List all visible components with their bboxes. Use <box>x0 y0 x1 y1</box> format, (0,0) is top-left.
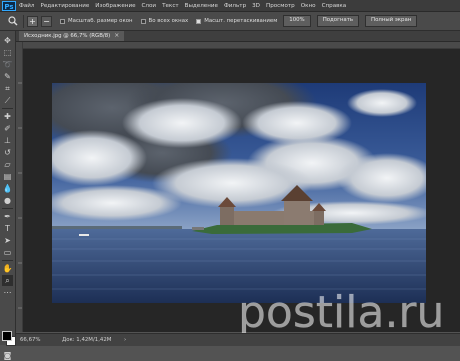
menu-window[interactable]: Окно <box>301 3 316 9</box>
type-tool-icon[interactable]: T <box>2 223 13 234</box>
foreground-color-swatch[interactable] <box>2 331 12 341</box>
menu-image[interactable]: Изображение <box>95 3 135 9</box>
marquee-tool-icon[interactable]: ⬚ <box>2 47 13 58</box>
menu-help[interactable]: Справка <box>322 3 347 9</box>
shape-tool-icon[interactable]: ▭ <box>2 247 13 258</box>
tools-panel: ✥ ⬚ ➰ ✎ ⌗ ⟋ ✚ ✐ ⊥ ↺ ▱ ▤ 💧 ● ✒ T ➤ ▭ ✋ ⌕ … <box>0 31 16 360</box>
clone-stamp-tool-icon[interactable]: ⊥ <box>2 135 13 146</box>
quick-mask-icon[interactable]: ◙ <box>2 350 13 361</box>
zoom-out-button[interactable]: − <box>41 15 52 27</box>
photoshop-logo[interactable]: Ps <box>2 0 16 11</box>
scrubby-zoom-label: Масшт. перетаскиванием <box>204 18 278 24</box>
eraser-tool-icon[interactable]: ▱ <box>2 159 13 170</box>
eyedropper-tool-icon[interactable]: ⟋ <box>2 95 13 106</box>
resize-windows-label: Масштаб. размер окон <box>68 18 133 24</box>
menu-view[interactable]: Просмотр <box>266 3 295 9</box>
menu-bar: Ps Файл Редактирование Изображение Слои … <box>0 0 460 12</box>
document-tab-bar: Исходник.jpg @ 66,7% (RGB/8) × <box>16 31 460 42</box>
healing-brush-tool-icon[interactable]: ✚ <box>2 111 13 122</box>
zoom-in-button[interactable]: + <box>27 15 38 27</box>
close-icon[interactable]: × <box>114 31 119 41</box>
status-menu-arrow-icon[interactable]: › <box>124 334 126 346</box>
postila-watermark: postila.ru <box>236 287 460 339</box>
horizontal-ruler[interactable] <box>23 42 460 57</box>
move-tool-icon[interactable]: ✥ <box>2 35 13 46</box>
tool-divider <box>2 208 13 209</box>
scrubby-zoom-checkbox[interactable]: Масшт. перетаскиванием <box>196 18 277 24</box>
zoom-100-button[interactable]: 100% <box>283 15 311 27</box>
color-swatches[interactable] <box>2 331 16 346</box>
menu-3d[interactable]: 3D <box>252 3 260 9</box>
resize-windows-checkbox[interactable]: Масштаб. размер окон <box>60 18 133 24</box>
tool-divider <box>2 108 13 109</box>
fill-screen-button[interactable]: Полный экран <box>365 15 418 27</box>
document-tab-label: Исходник.jpg @ 66,7% (RGB/8) <box>24 33 111 39</box>
status-bar: 66,67% Док: 1,42М/1,42М › <box>16 333 460 346</box>
brush-tool-icon[interactable]: ✐ <box>2 123 13 134</box>
path-select-tool-icon[interactable]: ➤ <box>2 235 13 246</box>
blur-tool-icon[interactable]: 💧 <box>2 183 13 194</box>
quick-select-tool-icon[interactable]: ✎ <box>2 71 13 82</box>
checkbox-box[interactable] <box>140 18 146 24</box>
menu-type[interactable]: Текст <box>162 3 179 9</box>
crop-tool-icon[interactable]: ⌗ <box>2 83 13 94</box>
pen-tool-icon[interactable]: ✒ <box>2 211 13 222</box>
all-windows-checkbox[interactable]: Во всех окнах <box>140 18 189 24</box>
gradient-tool-icon[interactable]: ▤ <box>2 171 13 182</box>
tool-divider <box>2 260 13 261</box>
document-tab[interactable]: Исходник.jpg @ 66,7% (RGB/8) × <box>19 31 125 41</box>
checkbox-box[interactable] <box>60 18 65 24</box>
zoom-tool-icon[interactable]: ⌕ <box>2 275 13 286</box>
all-windows-label: Во всех окнах <box>148 18 189 24</box>
checkbox-box[interactable] <box>196 18 202 24</box>
document-image[interactable] <box>52 83 426 303</box>
svg-text:postila.ru: postila.ru <box>238 287 444 337</box>
dodge-tool-icon[interactable]: ● <box>2 195 13 206</box>
hand-tool-icon[interactable]: ✋ <box>2 263 13 274</box>
zoom-level[interactable]: 66,67% <box>20 334 41 346</box>
menu-select[interactable]: Выделение <box>185 3 218 9</box>
menu-file[interactable]: Файл <box>19 3 34 9</box>
menu-filter[interactable]: Фильтр <box>224 3 246 9</box>
watermark-logo: postila.ru <box>238 287 445 339</box>
history-brush-tool-icon[interactable]: ↺ <box>2 147 13 158</box>
ruler-ticks <box>18 82 22 309</box>
vertical-ruler[interactable] <box>16 42 23 332</box>
fortress-island-photo <box>52 83 426 303</box>
zoom-icon <box>8 16 18 26</box>
zoom-tool-preset[interactable] <box>3 14 24 28</box>
menu-edit[interactable]: Редактирование <box>40 3 89 9</box>
fit-screen-button[interactable]: Подогнать <box>316 15 360 27</box>
more-tools-icon[interactable]: ⋯ <box>2 287 13 298</box>
menu-layers[interactable]: Слои <box>142 3 157 9</box>
lasso-tool-icon[interactable]: ➰ <box>2 59 13 70</box>
options-bar: + − Масштаб. размер окон Во всех окнах М… <box>0 12 460 31</box>
document-size-info: Док: 1,42М/1,42М <box>62 337 112 343</box>
